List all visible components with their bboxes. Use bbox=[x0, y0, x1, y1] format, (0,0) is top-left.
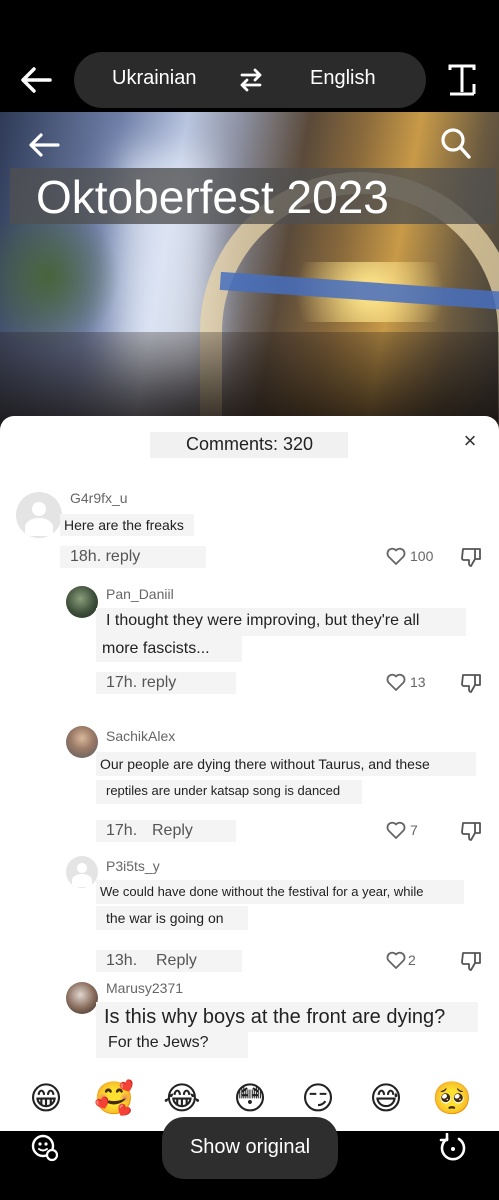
comment-time-reply[interactable]: 18h. reply bbox=[70, 548, 140, 566]
show-original-button[interactable]: Show original bbox=[162, 1117, 338, 1179]
comment-text: Here are the freaks bbox=[64, 517, 184, 533]
comments-count-title: Comments: 320 bbox=[185, 434, 314, 454]
thumbs-down-icon[interactable] bbox=[460, 950, 482, 972]
comment-text: For the Jews? bbox=[108, 1034, 209, 1051]
back-arrow-icon[interactable] bbox=[18, 60, 54, 100]
language-selector[interactable]: Ukrainian English bbox=[74, 52, 426, 108]
translate-face-icon[interactable] bbox=[30, 1133, 60, 1163]
avatar[interactable] bbox=[66, 586, 98, 618]
emoji-smiling-hearts[interactable]: 🥰 bbox=[94, 1078, 134, 1118]
video-title: Oktoberfest 2023 bbox=[36, 171, 389, 223]
comment-reply: SachikAlex Our people are dying there wi… bbox=[0, 722, 499, 842]
thumbs-down-icon[interactable] bbox=[460, 820, 482, 842]
bottom-bar: Show original bbox=[0, 1117, 499, 1200]
thumbs-down-icon[interactable] bbox=[460, 546, 482, 568]
heart-icon[interactable] bbox=[386, 546, 406, 566]
comment-text: I thought they were improving, but they'… bbox=[106, 612, 420, 629]
avatar[interactable] bbox=[66, 856, 98, 888]
heart-icon[interactable] bbox=[386, 820, 406, 840]
emoji-tears-of-joy[interactable]: 😂 bbox=[162, 1078, 202, 1118]
comment-reply: Pan_Daniil I thought they were improving… bbox=[0, 582, 499, 702]
emoji-flushed[interactable]: 😳 bbox=[230, 1078, 270, 1118]
comment-text: reptiles are under katsap song is danced bbox=[106, 783, 341, 798]
comment-time: 17h. bbox=[106, 822, 138, 839]
comment-reply: Marusy2371 Is this why boys at the front… bbox=[0, 978, 499, 1068]
avatar[interactable] bbox=[66, 982, 98, 1014]
comment-text: We could have done without the festival … bbox=[100, 884, 424, 899]
emoji-sweat-smile[interactable]: 😅 bbox=[366, 1078, 406, 1118]
text-mode-icon[interactable] bbox=[446, 62, 478, 98]
comment-username[interactable]: G4r9fx_u bbox=[70, 490, 128, 506]
video-player[interactable]: Oktoberfest 2023 bbox=[0, 112, 499, 432]
comment-username[interactable]: SachikAlex bbox=[106, 728, 175, 744]
search-icon[interactable] bbox=[440, 126, 472, 160]
comment-text: Our people are dying there without Tauru… bbox=[100, 756, 430, 772]
emoji-pleading[interactable]: 🥺 bbox=[432, 1078, 472, 1118]
comments-panel: Comments: 320 × G4r9fx_u Here are the fr… bbox=[0, 416, 499, 1131]
comment-reply: P3i5ts_y We could have done without the … bbox=[0, 854, 499, 974]
target-language[interactable]: English bbox=[310, 67, 376, 90]
comment-time-reply[interactable]: 17h. reply bbox=[106, 674, 176, 692]
close-icon[interactable]: × bbox=[460, 430, 480, 452]
reply-button[interactable]: Reply bbox=[156, 952, 197, 970]
video-plants bbox=[0, 202, 120, 352]
comment-username[interactable]: Pan_Daniil bbox=[106, 586, 174, 602]
like-count: 7 bbox=[410, 822, 418, 838]
avatar[interactable] bbox=[66, 726, 98, 758]
source-language[interactable]: Ukrainian bbox=[112, 67, 196, 90]
reply-button[interactable]: Reply bbox=[152, 822, 193, 840]
comment-text: Is this why boys at the front are dying? bbox=[104, 1006, 446, 1028]
thumbs-down-icon[interactable] bbox=[460, 672, 482, 694]
like-count: 13 bbox=[410, 674, 426, 690]
translate-bar: Ukrainian English bbox=[0, 0, 499, 112]
heart-icon[interactable] bbox=[386, 672, 406, 692]
comment-time: 13h. bbox=[106, 952, 138, 969]
comment-username[interactable]: Marusy2371 bbox=[106, 980, 183, 996]
emoji-grin[interactable]: 😁 bbox=[26, 1078, 66, 1118]
back-arrow-icon[interactable] bbox=[26, 128, 62, 162]
swap-arrows-icon[interactable] bbox=[238, 68, 264, 92]
heart-icon[interactable] bbox=[386, 950, 406, 970]
avatar[interactable] bbox=[16, 492, 62, 538]
like-count: 100 bbox=[410, 548, 434, 564]
comment: G4r9fx_u Here are the freaks 18h. reply … bbox=[0, 486, 499, 576]
like-count: 2 bbox=[408, 952, 416, 968]
undo-rotate-icon[interactable] bbox=[438, 1133, 468, 1163]
emoji-smirk[interactable]: 😏 bbox=[298, 1078, 338, 1118]
comment-username[interactable]: P3i5ts_y bbox=[106, 858, 160, 874]
comment-text: more fascists... bbox=[102, 640, 210, 657]
comment-text: the war is going on bbox=[106, 910, 224, 926]
